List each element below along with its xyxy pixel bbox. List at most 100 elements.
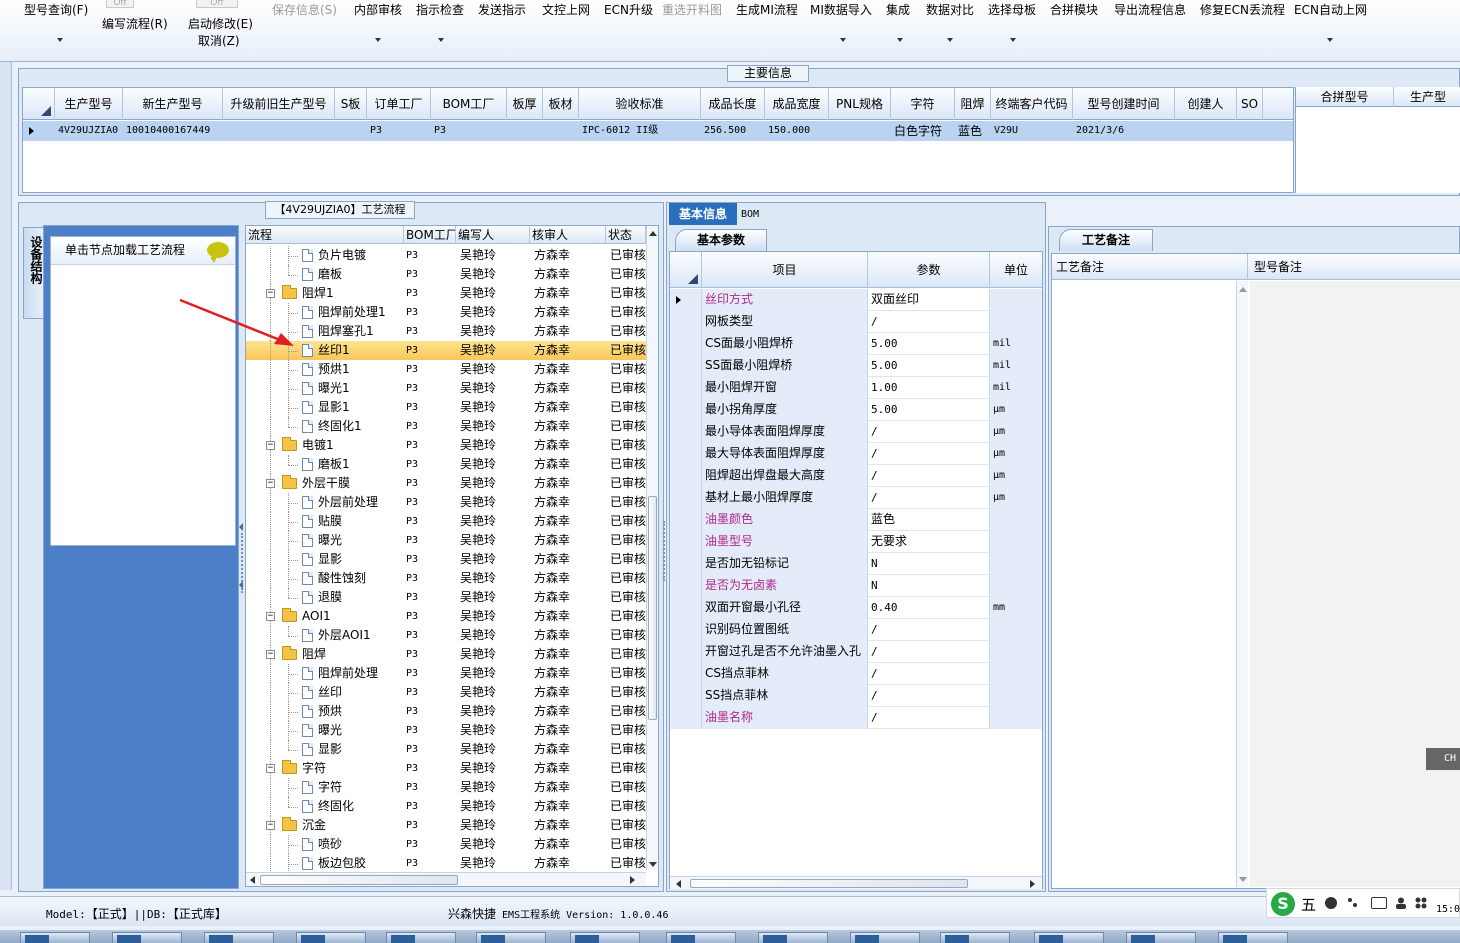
param-row[interactable]: CS面最小阻焊桥 5.00 mil bbox=[670, 333, 1042, 355]
taskbar-app-9[interactable] bbox=[850, 932, 920, 943]
chat-pill[interactable]: CH bbox=[1426, 748, 1460, 770]
param-value[interactable]: 5.00 bbox=[868, 399, 990, 421]
collapse-toggle-icon[interactable]: − bbox=[266, 479, 275, 488]
side-tab-device-structure[interactable]: 设备结构 bbox=[23, 227, 45, 319]
tree-row[interactable]: − 字符 P3 吴艳玲 方森幸 已审核 bbox=[246, 759, 646, 778]
param-row[interactable]: 油墨名称 / bbox=[670, 707, 1042, 729]
col-2[interactable]: 升级前旧生产型号 bbox=[223, 88, 335, 120]
col-17[interactable]: SO bbox=[1237, 88, 1263, 120]
tree-row[interactable]: 终固化1 P3 吴艳玲 方森幸 已审核 bbox=[246, 417, 646, 436]
taskbar-app-5[interactable] bbox=[476, 932, 546, 943]
param-value[interactable]: / bbox=[868, 641, 990, 663]
taskbar-app-13[interactable] bbox=[1218, 932, 1288, 943]
tree-row[interactable]: 曝光 P3 吴艳玲 方森幸 已审核 bbox=[246, 721, 646, 740]
subtab-basic-params[interactable]: 基本参数 bbox=[675, 229, 767, 251]
ime-halfwidth-icon[interactable] bbox=[1325, 897, 1337, 909]
toolbar-item-9[interactable]: ECN升级 bbox=[604, 2, 653, 18]
scroll-left-icon[interactable] bbox=[676, 880, 681, 888]
tree-row[interactable]: 预烘1 P3 吴艳玲 方森幸 已审核 bbox=[246, 360, 646, 379]
taskbar-app-6[interactable] bbox=[570, 932, 640, 943]
tree-row[interactable]: 外层AOI1 P3 吴艳玲 方森幸 已审核 bbox=[246, 626, 646, 645]
toolbar-item-13[interactable]: 集成 bbox=[886, 2, 910, 18]
scroll-up-icon[interactable] bbox=[1239, 287, 1247, 292]
param-value[interactable]: N bbox=[868, 575, 990, 597]
param-row[interactable]: 网板类型 / bbox=[670, 311, 1042, 333]
tree-row[interactable]: − 电镀1 P3 吴艳玲 方森幸 已审核 bbox=[246, 436, 646, 455]
tree-row[interactable]: 阻焊前处理 P3 吴艳玲 方森幸 已审核 bbox=[246, 664, 646, 683]
ime-toolbar[interactable]: S 五 bbox=[1266, 888, 1460, 918]
col-3[interactable]: S板 bbox=[335, 88, 367, 120]
tree-row[interactable]: 阻焊前处理1 P3 吴艳玲 方森幸 已审核 bbox=[246, 303, 646, 322]
tree-row[interactable]: 显影1 P3 吴艳玲 方森幸 已审核 bbox=[246, 398, 646, 417]
toolbar-item-11[interactable]: 生成MI流程 bbox=[736, 2, 798, 18]
tree-col-0[interactable]: 流程 bbox=[246, 226, 404, 244]
col-5[interactable]: BOM工厂 bbox=[431, 88, 507, 120]
param-value[interactable]: / bbox=[868, 443, 990, 465]
param-row[interactable]: 基材上最小阻焊厚度 / μm bbox=[670, 487, 1042, 509]
toggle-stub-0[interactable]: Off bbox=[106, 0, 134, 8]
tree-col-4[interactable]: 状态 bbox=[606, 226, 646, 244]
tree-row[interactable]: 负片电镀 P3 吴艳玲 方森幸 已审核 bbox=[246, 246, 646, 265]
scroll-left-icon[interactable] bbox=[250, 876, 255, 884]
param-row[interactable]: 识别码位置图纸 / bbox=[670, 619, 1042, 641]
toolbar-item-18[interactable]: 修复ECN丢流程 bbox=[1200, 2, 1285, 18]
param-row[interactable]: 最小拐角厚度 5.00 μm bbox=[670, 399, 1042, 421]
model-remark-text[interactable] bbox=[1250, 281, 1460, 887]
toolbar-item-4[interactable]: 保存信息(S) bbox=[272, 2, 337, 18]
collapse-left-icon-2[interactable] bbox=[239, 581, 243, 589]
tree-row[interactable]: − 外层干膜 P3 吴艳玲 方森幸 已审核 bbox=[246, 474, 646, 493]
scroll-up-icon[interactable] bbox=[649, 231, 657, 236]
col-9[interactable]: 成品长度 bbox=[701, 88, 765, 120]
scroll-down-icon[interactable] bbox=[1239, 877, 1247, 882]
toolbar-item-7[interactable]: 发送指示 bbox=[478, 2, 526, 18]
col-13[interactable]: 阻焊 bbox=[955, 88, 991, 120]
tree-row[interactable]: 终固化 P3 吴艳玲 方森幸 已审核 bbox=[246, 797, 646, 816]
tree-row[interactable]: − 阻焊1 P3 吴艳玲 方森幸 已审核 bbox=[246, 284, 646, 303]
dropdown-caret-icon[interactable] bbox=[947, 38, 953, 42]
remark-vscrollbar[interactable] bbox=[1236, 281, 1248, 887]
toolbar-item-2[interactable]: 启动修改(E) bbox=[188, 16, 253, 32]
param-value[interactable]: 蓝色 bbox=[868, 509, 990, 531]
ime-user-icon[interactable] bbox=[1395, 897, 1407, 909]
col-10[interactable]: 成品宽度 bbox=[765, 88, 829, 120]
tree-vscrollbar[interactable] bbox=[646, 226, 658, 870]
tree-hscroll-thumb[interactable] bbox=[260, 875, 458, 885]
param-row[interactable]: 油墨型号 无要求 bbox=[670, 531, 1042, 553]
toolbar-item-14[interactable]: 数据对比 bbox=[926, 2, 974, 18]
toolbar-item-19[interactable]: ECN自动上网 bbox=[1294, 2, 1367, 18]
col-0[interactable]: 生产型号 bbox=[55, 88, 123, 120]
param-value[interactable]: 0.40 bbox=[868, 597, 990, 619]
taskbar-app-2[interactable] bbox=[204, 932, 274, 943]
col-merge-model[interactable]: 合拼型号 bbox=[1296, 87, 1394, 107]
tree-row[interactable]: 外层前处理 P3 吴艳玲 方森幸 已审核 bbox=[246, 493, 646, 512]
param-value[interactable]: / bbox=[868, 707, 990, 729]
tree-row[interactable]: 字符 P3 吴艳玲 方森幸 已审核 bbox=[246, 778, 646, 797]
tree-col-3[interactable]: 核审人 bbox=[530, 226, 606, 244]
ime-keyboard-icon[interactable] bbox=[1371, 897, 1387, 909]
taskbar-app-0[interactable] bbox=[20, 932, 90, 943]
toolbar-item-15[interactable]: 选择母板 bbox=[988, 2, 1036, 18]
col-production-model[interactable]: 生产型 bbox=[1394, 87, 1460, 107]
toolbar-item-3[interactable]: 取消(Z) bbox=[198, 33, 240, 49]
toolbar-item-12[interactable]: MI数据导入 bbox=[810, 2, 872, 18]
param-row[interactable]: 开窗过孔是否不允许油墨入孔 / bbox=[670, 641, 1042, 663]
collapse-toggle-icon[interactable]: − bbox=[266, 650, 275, 659]
dropdown-caret-icon[interactable] bbox=[438, 38, 444, 42]
toolbar-item-17[interactable]: 导出流程信息 bbox=[1114, 2, 1186, 18]
scroll-down-icon[interactable] bbox=[649, 862, 657, 867]
param-value[interactable]: / bbox=[868, 311, 990, 333]
dropdown-caret-icon[interactable] bbox=[897, 38, 903, 42]
toolbar-item-0[interactable]: 型号查询(F) bbox=[24, 2, 88, 18]
param-row[interactable]: 双面开窗最小孔径 0.40 mm bbox=[670, 597, 1042, 619]
param-value[interactable]: / bbox=[868, 465, 990, 487]
toolbar-item-1[interactable]: 编写流程(R) bbox=[102, 16, 168, 32]
param-value[interactable]: 5.00 bbox=[868, 333, 990, 355]
col-8[interactable]: 验收标准 bbox=[579, 88, 701, 120]
toolbar-item-16[interactable]: 合拼模块 bbox=[1050, 2, 1098, 18]
param-row[interactable]: 阻焊超出焊盘最大高度 / μm bbox=[670, 465, 1042, 487]
col-7[interactable]: 板材 bbox=[543, 88, 579, 120]
ime-logo-icon[interactable]: S bbox=[1271, 892, 1295, 916]
param-row[interactable]: 丝印方式 双面丝印 bbox=[670, 289, 1042, 311]
param-row[interactable]: CS挡点菲林 / bbox=[670, 663, 1042, 685]
tree-col-2[interactable]: 编写人 bbox=[456, 226, 530, 244]
